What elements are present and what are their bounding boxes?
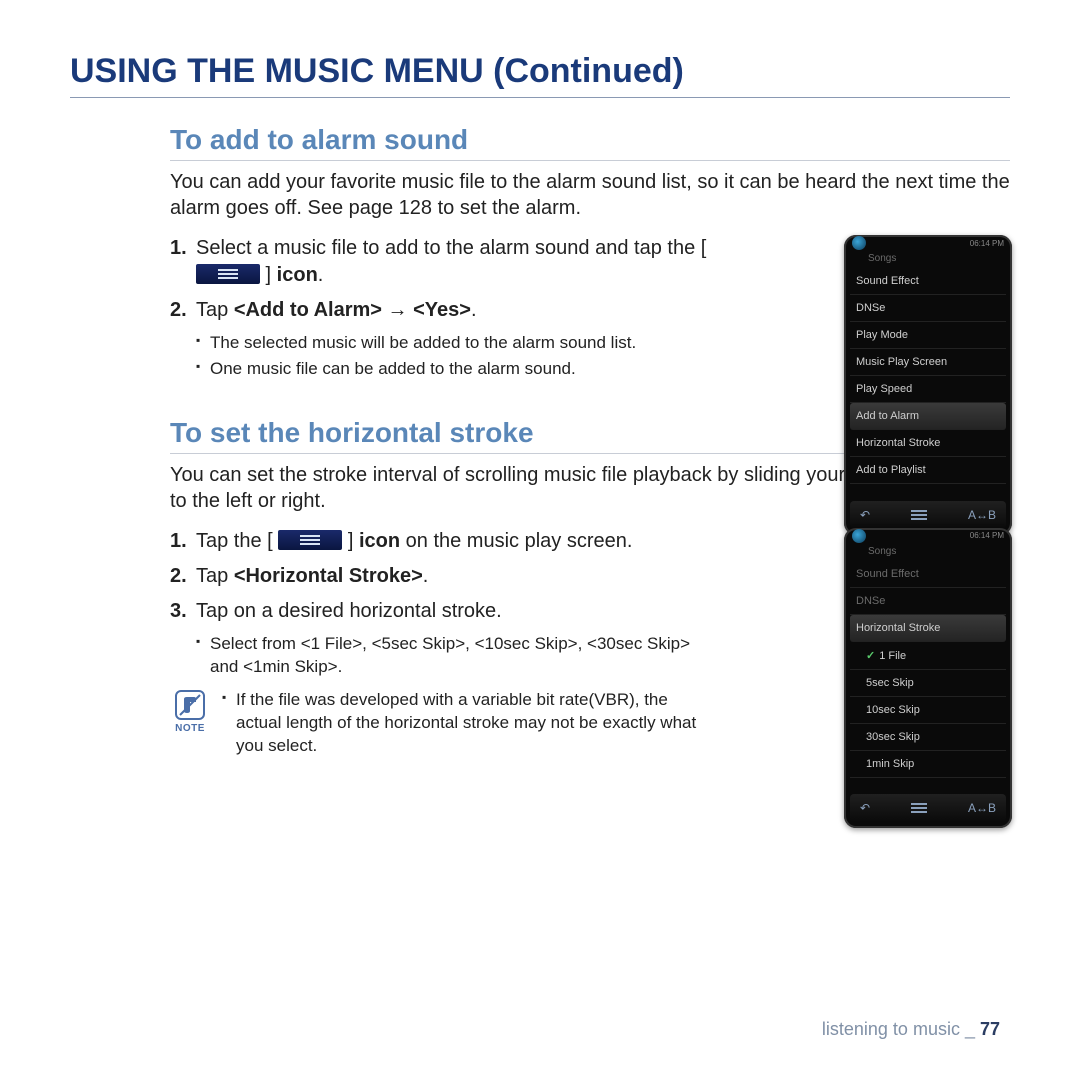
footer-label: listening to music _ bbox=[822, 1019, 980, 1039]
step-text: Tap the [ bbox=[196, 530, 278, 552]
hamburger-icon bbox=[911, 807, 927, 809]
section-heading-alarm: To add to alarm sound bbox=[170, 124, 1010, 161]
note-icon bbox=[174, 689, 206, 721]
step-text: Select a music file to add to the alarm … bbox=[196, 237, 706, 259]
device-menu-item: Play Speed bbox=[850, 376, 1006, 403]
device-option: 1min Skip bbox=[850, 751, 1006, 778]
step-text: . bbox=[471, 299, 477, 321]
sub-bullet: The selected music will be added to the … bbox=[196, 332, 715, 355]
step-text: Tap bbox=[196, 565, 234, 587]
device-menu-item: Sound Effect bbox=[850, 561, 1006, 588]
device-option: 10sec Skip bbox=[850, 697, 1006, 724]
step-number: 2. bbox=[170, 297, 196, 324]
device-menu-item: DNSe bbox=[850, 588, 1006, 615]
device-menu-item-highlighted: Add to Alarm bbox=[850, 403, 1006, 430]
device-time: 06:14 PM bbox=[970, 531, 1004, 540]
step-text-bold: <Add to Alarm> → <Yes> bbox=[234, 299, 471, 321]
step-text: ] bbox=[342, 530, 359, 552]
sub-bullet: One music file can be added to the alarm… bbox=[196, 358, 715, 381]
hamburger-icon bbox=[911, 514, 927, 516]
device-menu-item: DNSe bbox=[850, 295, 1006, 322]
step-number: 1. bbox=[170, 235, 196, 289]
device-breadcrumb: Songs bbox=[844, 544, 1012, 561]
note-text: If the file was developed with a variabl… bbox=[222, 689, 715, 758]
device-screenshot-alarm: 06:14 PM Songs Sound Effect DNSe Play Mo… bbox=[844, 235, 1012, 535]
page-number: 77 bbox=[980, 1019, 1000, 1039]
section-intro-alarm: You can add your favorite music file to … bbox=[170, 169, 1010, 221]
step-number: 2. bbox=[170, 563, 196, 590]
ab-repeat-label: A↔B bbox=[968, 508, 996, 522]
device-option-selected: ✓1 File bbox=[850, 642, 1006, 670]
device-logo-icon bbox=[852, 236, 866, 250]
menu-icon bbox=[196, 264, 260, 284]
device-menu-item: Music Play Screen bbox=[850, 349, 1006, 376]
step-text: . bbox=[423, 565, 429, 587]
page-footer: listening to music _ 77 bbox=[822, 1019, 1000, 1040]
device-menu-item: Sound Effect bbox=[850, 268, 1006, 295]
menu-icon bbox=[278, 530, 342, 550]
step-text: on the music play screen. bbox=[400, 530, 632, 552]
ab-repeat-label: A↔B bbox=[968, 801, 996, 815]
device-menu-item: Play Mode bbox=[850, 322, 1006, 349]
step-text-bold: icon bbox=[277, 264, 318, 286]
step-text: Tap on a desired horizontal stroke. bbox=[196, 598, 715, 625]
device-breadcrumb: Songs bbox=[844, 251, 1012, 268]
device-time: 06:14 PM bbox=[970, 239, 1004, 248]
sub-bullet: Select from <1 File>, <5sec Skip>, <10se… bbox=[196, 633, 715, 679]
check-icon: ✓ bbox=[866, 650, 875, 662]
back-icon: ↶ bbox=[860, 801, 870, 815]
device-menu-item: Add to Playlist bbox=[850, 457, 1006, 484]
step-text: . bbox=[318, 264, 324, 286]
note-label: NOTE bbox=[170, 723, 210, 734]
device-menu-item-highlighted: Horizontal Stroke bbox=[850, 615, 1006, 642]
step-text-bold: icon bbox=[359, 530, 400, 552]
device-screenshot-stroke: 06:14 PM Songs Sound Effect DNSe Horizon… bbox=[844, 528, 1012, 828]
device-option: 30sec Skip bbox=[850, 724, 1006, 751]
step-text-bold: <Horizontal Stroke> bbox=[234, 565, 423, 587]
step-text: Tap bbox=[196, 299, 234, 321]
step-number: 1. bbox=[170, 528, 196, 555]
back-icon: ↶ bbox=[860, 508, 870, 522]
device-option: 5sec Skip bbox=[850, 670, 1006, 697]
page-title: USING THE MUSIC MENU (Continued) bbox=[70, 52, 1010, 98]
device-menu-item: Horizontal Stroke bbox=[850, 430, 1006, 457]
step-text: ] bbox=[260, 264, 277, 286]
step-number: 3. bbox=[170, 598, 196, 625]
device-logo-icon bbox=[852, 529, 866, 543]
